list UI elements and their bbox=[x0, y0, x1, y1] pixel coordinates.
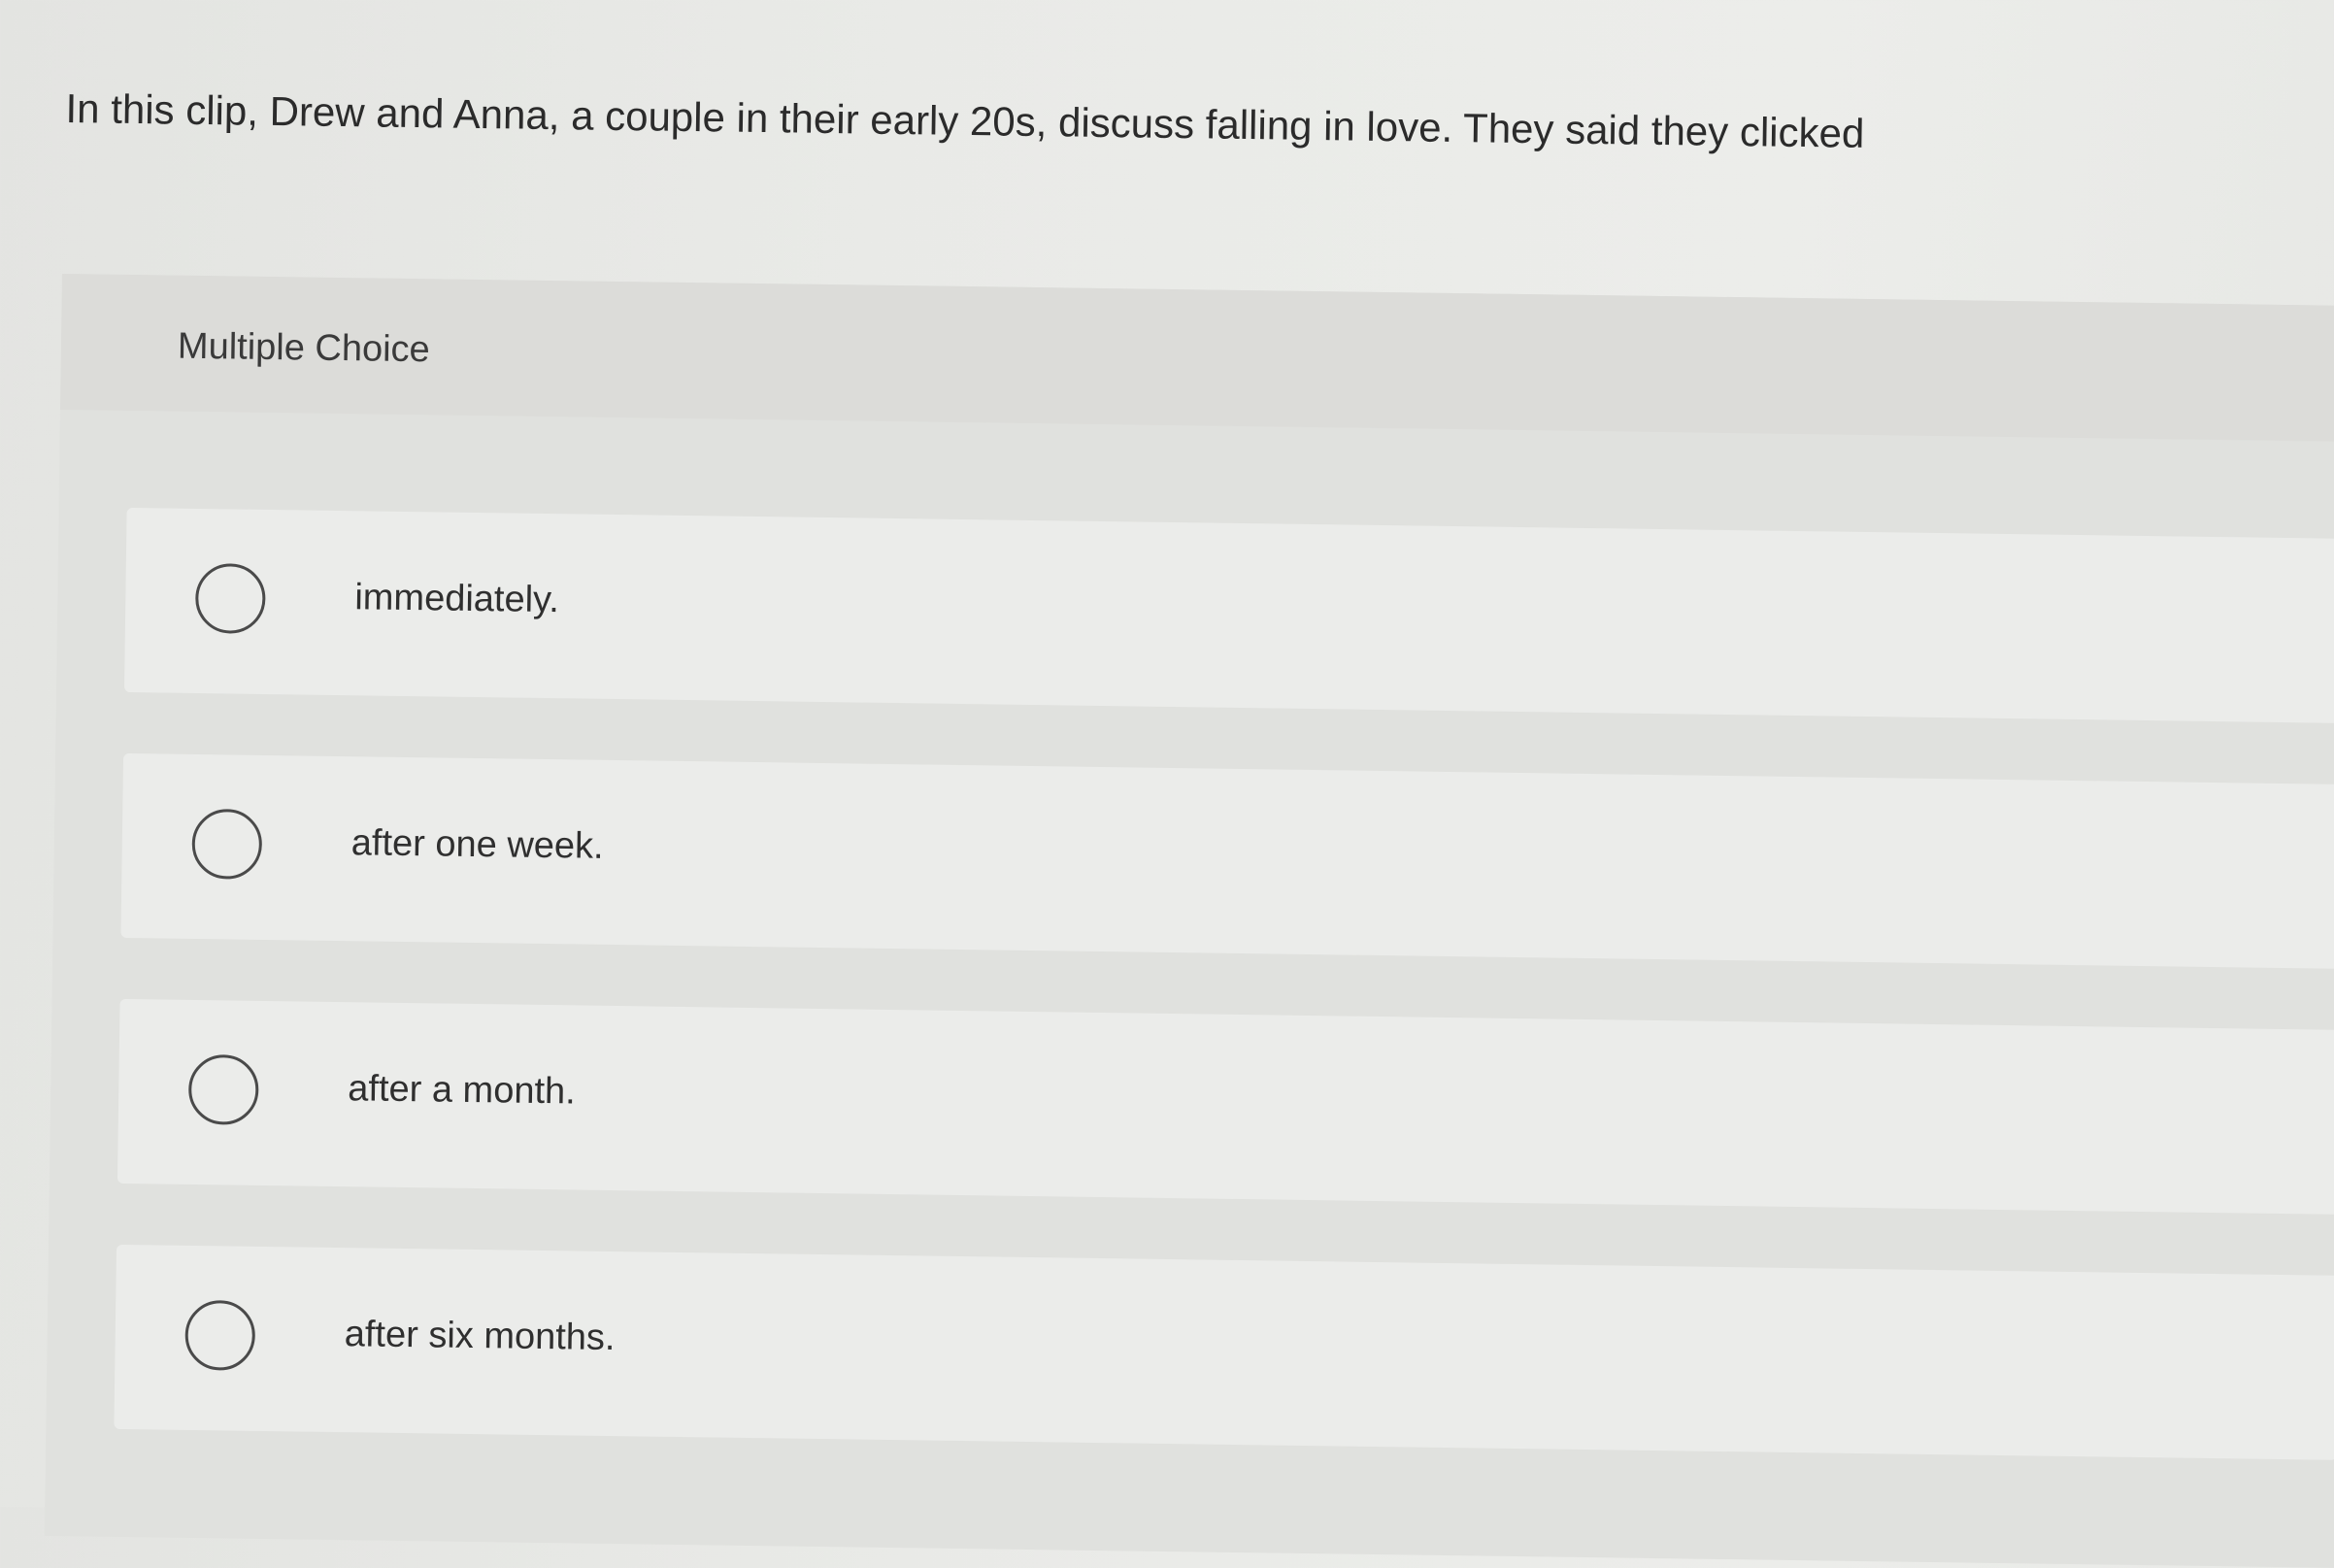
option-label: after six months. bbox=[344, 1314, 616, 1359]
option-label: after one week. bbox=[350, 822, 604, 867]
panel-header: Multiple Choice bbox=[60, 274, 2334, 442]
option-label: immediately. bbox=[354, 577, 560, 621]
radio-unselected-icon[interactable] bbox=[191, 808, 263, 880]
radio-unselected-icon[interactable] bbox=[194, 562, 266, 634]
option-label: after a month. bbox=[348, 1068, 577, 1113]
answer-option-after-one-week[interactable]: after one week. bbox=[120, 752, 2334, 969]
answer-option-after-six-months[interactable]: after six months. bbox=[114, 1244, 2334, 1460]
radio-unselected-icon[interactable] bbox=[187, 1053, 259, 1125]
radio-unselected-icon[interactable] bbox=[184, 1299, 256, 1371]
answer-option-immediately[interactable]: immediately. bbox=[123, 507, 2334, 723]
answer-option-after-a-month[interactable]: after a month. bbox=[117, 998, 2334, 1215]
answer-panel: Multiple Choice immediately. after one w… bbox=[44, 274, 2334, 1568]
question-type-label: Multiple Choice bbox=[177, 325, 431, 371]
question-text: In this clip, Drew and Anna, a couple in… bbox=[65, 84, 1865, 156]
